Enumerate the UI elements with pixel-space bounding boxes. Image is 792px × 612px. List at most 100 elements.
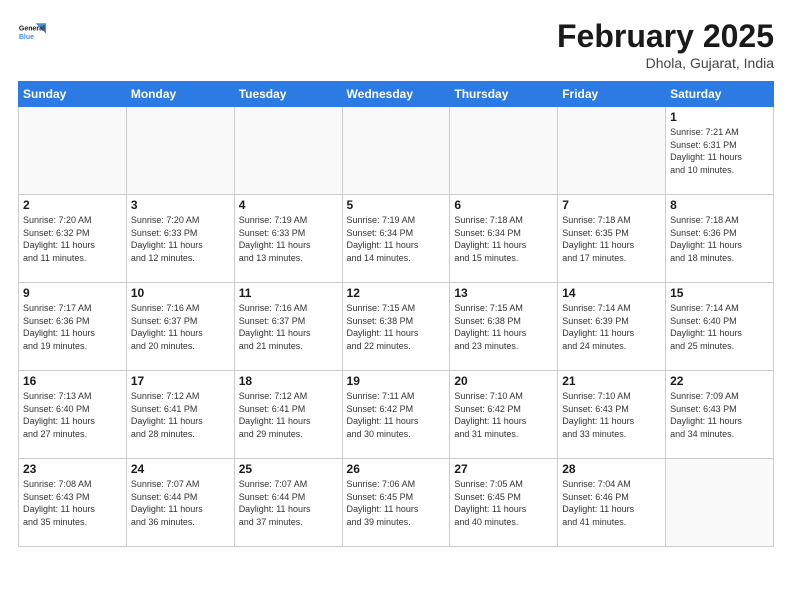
weekday-header-wednesday: Wednesday bbox=[342, 82, 450, 107]
day-number: 15 bbox=[670, 286, 769, 300]
calendar-cell bbox=[19, 107, 127, 195]
day-number: 6 bbox=[454, 198, 553, 212]
day-info: Sunrise: 7:21 AM Sunset: 6:31 PM Dayligh… bbox=[670, 126, 769, 176]
title-section: February 2025 Dhola, Gujarat, India bbox=[557, 18, 774, 71]
calendar-cell bbox=[126, 107, 234, 195]
svg-text:General: General bbox=[19, 25, 45, 32]
day-info: Sunrise: 7:05 AM Sunset: 6:45 PM Dayligh… bbox=[454, 478, 553, 528]
day-number: 19 bbox=[347, 374, 446, 388]
weekday-header-tuesday: Tuesday bbox=[234, 82, 342, 107]
logo-icon: General Blue bbox=[18, 18, 46, 46]
day-number: 21 bbox=[562, 374, 661, 388]
day-number: 14 bbox=[562, 286, 661, 300]
calendar-cell bbox=[234, 107, 342, 195]
calendar-table: SundayMondayTuesdayWednesdayThursdayFrid… bbox=[18, 81, 774, 547]
page-container: General Blue February 2025 Dhola, Gujara… bbox=[0, 0, 792, 557]
calendar-cell: 2 Sunrise: 7:20 AM Sunset: 6:32 PM Daylig… bbox=[19, 195, 127, 283]
day-info: Sunrise: 7:16 AM Sunset: 6:37 PM Dayligh… bbox=[131, 302, 230, 352]
day-info: Sunrise: 7:10 AM Sunset: 6:43 PM Dayligh… bbox=[562, 390, 661, 440]
calendar-cell: 20 Sunrise: 7:10 AM Sunset: 6:42 PM Dayli… bbox=[450, 371, 558, 459]
day-info: Sunrise: 7:07 AM Sunset: 6:44 PM Dayligh… bbox=[239, 478, 338, 528]
day-info: Sunrise: 7:18 AM Sunset: 6:35 PM Dayligh… bbox=[562, 214, 661, 264]
day-info: Sunrise: 7:15 AM Sunset: 6:38 PM Dayligh… bbox=[454, 302, 553, 352]
day-number: 16 bbox=[23, 374, 122, 388]
calendar-cell: 22 Sunrise: 7:09 AM Sunset: 6:43 PM Dayli… bbox=[666, 371, 774, 459]
calendar-cell: 19 Sunrise: 7:11 AM Sunset: 6:42 PM Dayli… bbox=[342, 371, 450, 459]
calendar-cell: 9 Sunrise: 7:17 AM Sunset: 6:36 PM Daylig… bbox=[19, 283, 127, 371]
calendar-cell: 6 Sunrise: 7:18 AM Sunset: 6:34 PM Daylig… bbox=[450, 195, 558, 283]
weekday-header-friday: Friday bbox=[558, 82, 666, 107]
calendar-title: February 2025 bbox=[557, 18, 774, 55]
day-info: Sunrise: 7:18 AM Sunset: 6:34 PM Dayligh… bbox=[454, 214, 553, 264]
weekday-header-saturday: Saturday bbox=[666, 82, 774, 107]
day-info: Sunrise: 7:14 AM Sunset: 6:40 PM Dayligh… bbox=[670, 302, 769, 352]
day-info: Sunrise: 7:16 AM Sunset: 6:37 PM Dayligh… bbox=[239, 302, 338, 352]
day-number: 20 bbox=[454, 374, 553, 388]
calendar-cell: 27 Sunrise: 7:05 AM Sunset: 6:45 PM Dayli… bbox=[450, 459, 558, 547]
svg-text:Blue: Blue bbox=[19, 34, 34, 41]
day-info: Sunrise: 7:09 AM Sunset: 6:43 PM Dayligh… bbox=[670, 390, 769, 440]
day-info: Sunrise: 7:11 AM Sunset: 6:42 PM Dayligh… bbox=[347, 390, 446, 440]
calendar-cell: 28 Sunrise: 7:04 AM Sunset: 6:46 PM Dayli… bbox=[558, 459, 666, 547]
calendar-cell: 25 Sunrise: 7:07 AM Sunset: 6:44 PM Dayli… bbox=[234, 459, 342, 547]
day-number: 13 bbox=[454, 286, 553, 300]
calendar-cell: 18 Sunrise: 7:12 AM Sunset: 6:41 PM Dayli… bbox=[234, 371, 342, 459]
week-row-2: 9 Sunrise: 7:17 AM Sunset: 6:36 PM Daylig… bbox=[19, 283, 774, 371]
day-info: Sunrise: 7:19 AM Sunset: 6:33 PM Dayligh… bbox=[239, 214, 338, 264]
calendar-cell: 21 Sunrise: 7:10 AM Sunset: 6:43 PM Dayli… bbox=[558, 371, 666, 459]
week-row-3: 16 Sunrise: 7:13 AM Sunset: 6:40 PM Dayli… bbox=[19, 371, 774, 459]
calendar-cell: 5Sunrise: 7:19 AM Sunset: 6:34 PM Daylig… bbox=[342, 195, 450, 283]
week-row-1: 2 Sunrise: 7:20 AM Sunset: 6:32 PM Daylig… bbox=[19, 195, 774, 283]
day-number: 22 bbox=[670, 374, 769, 388]
day-number: 7 bbox=[562, 198, 661, 212]
day-number: 24 bbox=[131, 462, 230, 476]
day-number: 12 bbox=[347, 286, 446, 300]
calendar-cell: 13 Sunrise: 7:15 AM Sunset: 6:38 PM Dayli… bbox=[450, 283, 558, 371]
calendar-cell bbox=[666, 459, 774, 547]
day-number: 9 bbox=[23, 286, 122, 300]
day-info: Sunrise: 7:07 AM Sunset: 6:44 PM Dayligh… bbox=[131, 478, 230, 528]
week-row-0: 1 Sunrise: 7:21 AM Sunset: 6:31 PM Daylig… bbox=[19, 107, 774, 195]
day-info: Sunrise: 7:20 AM Sunset: 6:32 PM Dayligh… bbox=[23, 214, 122, 264]
day-number: 4 bbox=[239, 198, 338, 212]
day-number: 23 bbox=[23, 462, 122, 476]
day-info: Sunrise: 7:14 AM Sunset: 6:39 PM Dayligh… bbox=[562, 302, 661, 352]
calendar-cell: 3 Sunrise: 7:20 AM Sunset: 6:33 PM Daylig… bbox=[126, 195, 234, 283]
weekday-header-monday: Monday bbox=[126, 82, 234, 107]
day-info: Sunrise: 7:13 AM Sunset: 6:40 PM Dayligh… bbox=[23, 390, 122, 440]
calendar-cell: 12Sunrise: 7:15 AM Sunset: 6:38 PM Dayli… bbox=[342, 283, 450, 371]
day-number: 2 bbox=[23, 198, 122, 212]
calendar-cell: 24 Sunrise: 7:07 AM Sunset: 6:44 PM Dayli… bbox=[126, 459, 234, 547]
day-number: 3 bbox=[131, 198, 230, 212]
day-info: Sunrise: 7:12 AM Sunset: 6:41 PM Dayligh… bbox=[239, 390, 338, 440]
day-number: 27 bbox=[454, 462, 553, 476]
day-info: Sunrise: 7:12 AM Sunset: 6:41 PM Dayligh… bbox=[131, 390, 230, 440]
calendar-subtitle: Dhola, Gujarat, India bbox=[557, 55, 774, 71]
calendar-cell: 8Sunrise: 7:18 AM Sunset: 6:36 PM Daylig… bbox=[666, 195, 774, 283]
weekday-header-sunday: Sunday bbox=[19, 82, 127, 107]
calendar-cell: 4 Sunrise: 7:19 AM Sunset: 6:33 PM Daylig… bbox=[234, 195, 342, 283]
logo: General Blue bbox=[18, 18, 46, 46]
header: General Blue February 2025 Dhola, Gujara… bbox=[18, 18, 774, 71]
day-info: Sunrise: 7:10 AM Sunset: 6:42 PM Dayligh… bbox=[454, 390, 553, 440]
day-number: 5 bbox=[347, 198, 446, 212]
day-info: Sunrise: 7:20 AM Sunset: 6:33 PM Dayligh… bbox=[131, 214, 230, 264]
day-number: 18 bbox=[239, 374, 338, 388]
day-info: Sunrise: 7:06 AM Sunset: 6:45 PM Dayligh… bbox=[347, 478, 446, 528]
day-number: 25 bbox=[239, 462, 338, 476]
day-number: 17 bbox=[131, 374, 230, 388]
calendar-cell: 14 Sunrise: 7:14 AM Sunset: 6:39 PM Dayli… bbox=[558, 283, 666, 371]
day-number: 28 bbox=[562, 462, 661, 476]
calendar-cell bbox=[450, 107, 558, 195]
calendar-cell: 10Sunrise: 7:16 AM Sunset: 6:37 PM Dayli… bbox=[126, 283, 234, 371]
day-info: Sunrise: 7:04 AM Sunset: 6:46 PM Dayligh… bbox=[562, 478, 661, 528]
calendar-cell: 17 Sunrise: 7:12 AM Sunset: 6:41 PM Dayli… bbox=[126, 371, 234, 459]
calendar-cell: 23Sunrise: 7:08 AM Sunset: 6:43 PM Dayli… bbox=[19, 459, 127, 547]
day-number: 26 bbox=[347, 462, 446, 476]
day-number: 8 bbox=[670, 198, 769, 212]
day-info: Sunrise: 7:17 AM Sunset: 6:36 PM Dayligh… bbox=[23, 302, 122, 352]
week-row-4: 23Sunrise: 7:08 AM Sunset: 6:43 PM Dayli… bbox=[19, 459, 774, 547]
weekday-header-row: SundayMondayTuesdayWednesdayThursdayFrid… bbox=[19, 82, 774, 107]
day-number: 1 bbox=[670, 110, 769, 124]
calendar-cell: 1 Sunrise: 7:21 AM Sunset: 6:31 PM Daylig… bbox=[666, 107, 774, 195]
